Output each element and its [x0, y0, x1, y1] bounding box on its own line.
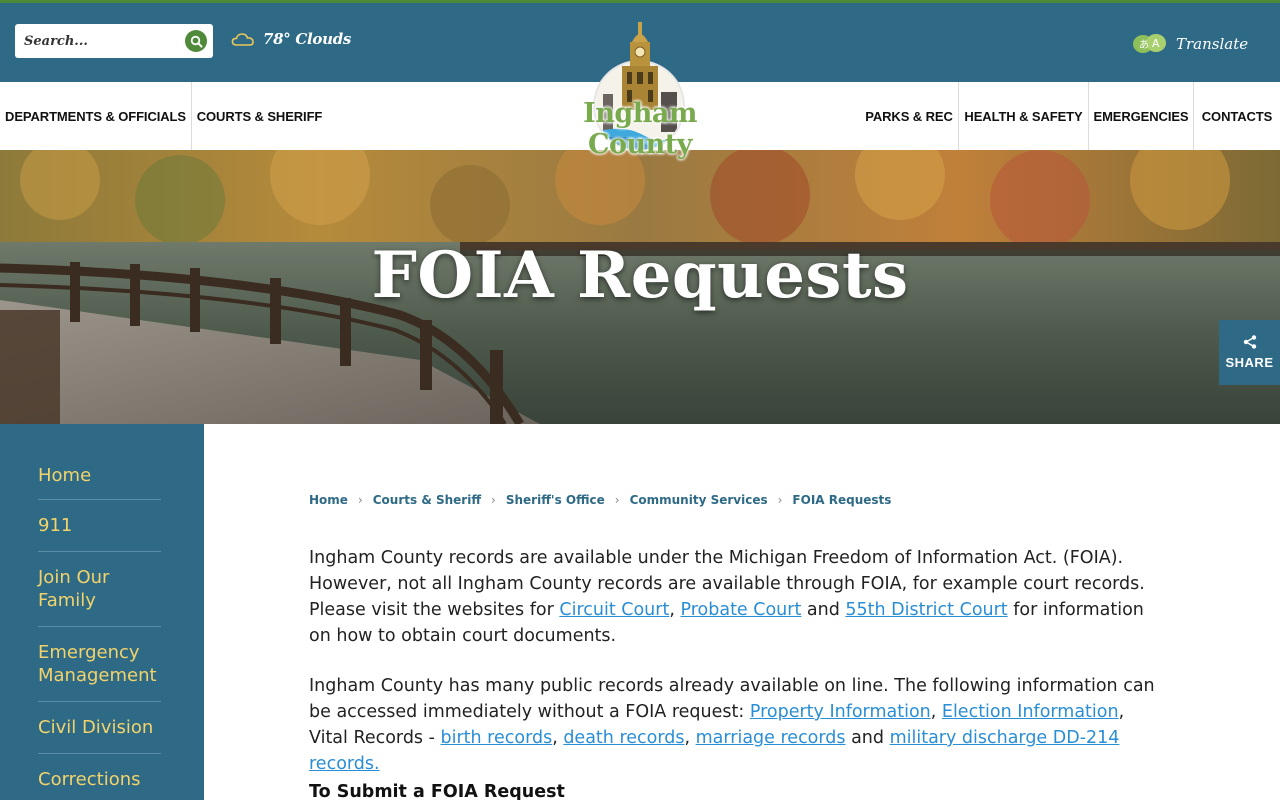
breadcrumb-community-services[interactable]: Community Services: [630, 493, 768, 507]
text: and: [801, 600, 846, 620]
sidebar-item-emergency-management[interactable]: Emergency Management: [38, 627, 161, 702]
search-button[interactable]: [185, 30, 207, 52]
nav-courts-sheriff[interactable]: COURTS & SHERIFF: [192, 82, 327, 150]
county-logo[interactable]: Ingham County: [536, 20, 744, 160]
property-information-link[interactable]: Property Information: [750, 702, 931, 722]
sidebar-item-corrections[interactable]: Corrections: [38, 754, 161, 800]
share-label: SHARE: [1225, 355, 1274, 370]
text: ,: [552, 728, 564, 748]
search-box: [15, 24, 213, 58]
hero-banner: FOIA Requests: [0, 150, 1280, 424]
share-icon: [1243, 335, 1256, 349]
public-records-paragraph: Ingham County has many public records al…: [309, 673, 1159, 777]
breadcrumb-separator: ›: [777, 493, 783, 507]
text: ,: [930, 702, 942, 722]
search-input[interactable]: [24, 33, 174, 49]
breadcrumb: Home › Courts & Sheriff › Sheriff's Offi…: [309, 493, 891, 507]
breadcrumb-separator: ›: [614, 493, 620, 507]
probate-court-link[interactable]: Probate Court: [680, 600, 801, 620]
nav-contacts[interactable]: CONTACTS: [1194, 82, 1280, 150]
death-records-link[interactable]: death records: [563, 728, 684, 748]
svg-text:A: A: [1152, 37, 1160, 50]
sidebar-nav: Home 911 Join Our Family Emergency Manag…: [0, 424, 204, 800]
translate-button[interactable]: あ A Translate: [1132, 33, 1248, 55]
breadcrumb-separator: ›: [491, 493, 496, 507]
weather-widget: 78° Clouds: [231, 30, 351, 48]
birth-records-link[interactable]: birth records: [440, 728, 552, 748]
weather-text: 78° Clouds: [263, 30, 352, 48]
sidebar-item-civil-division[interactable]: Civil Division: [38, 702, 161, 754]
svg-text:あ: あ: [1139, 39, 1149, 51]
breadcrumb-sheriffs-office[interactable]: Sheriff's Office: [506, 493, 605, 507]
marriage-records-link[interactable]: marriage records: [696, 728, 846, 748]
nav-emergencies[interactable]: EMERGENCIES: [1089, 82, 1193, 150]
nav-health-safety[interactable]: HEALTH & SAFETY: [959, 82, 1088, 150]
breadcrumb-courts-sheriff[interactable]: Courts & Sheriff: [373, 493, 481, 507]
translate-icon: あ A: [1133, 34, 1166, 53]
text: ,: [669, 600, 681, 620]
sidebar-item-join-our-family[interactable]: Join Our Family: [38, 552, 161, 627]
share-button[interactable]: SHARE: [1219, 320, 1280, 385]
election-information-link[interactable]: Election Information: [942, 702, 1119, 722]
logo-text: Ingham County: [583, 98, 697, 160]
text: and: [845, 728, 890, 748]
nav-departments-officials[interactable]: DEPARTMENTS & OFFICIALS: [0, 82, 191, 150]
translate-label: Translate: [1176, 35, 1249, 53]
district-court-link[interactable]: 55th District Court: [845, 600, 1007, 620]
page-title: FOIA Requests: [371, 238, 909, 313]
circuit-court-link[interactable]: Circuit Court: [559, 600, 669, 620]
intro-paragraph: Ingham County records are available unde…: [309, 545, 1159, 649]
nav-parks-rec[interactable]: PARKS & REC: [860, 82, 958, 150]
search-icon: [190, 35, 202, 47]
cloud-icon: [231, 33, 254, 46]
text: ,: [684, 728, 696, 748]
breadcrumb-separator: ›: [357, 493, 363, 507]
sidebar-item-911[interactable]: 911: [38, 500, 161, 552]
sidebar-item-home[interactable]: Home: [38, 424, 161, 500]
breadcrumb-home[interactable]: Home: [309, 493, 348, 507]
breadcrumb-foia-requests[interactable]: FOIA Requests: [792, 493, 891, 507]
submit-foia-heading: To Submit a FOIA Request: [309, 782, 565, 800]
